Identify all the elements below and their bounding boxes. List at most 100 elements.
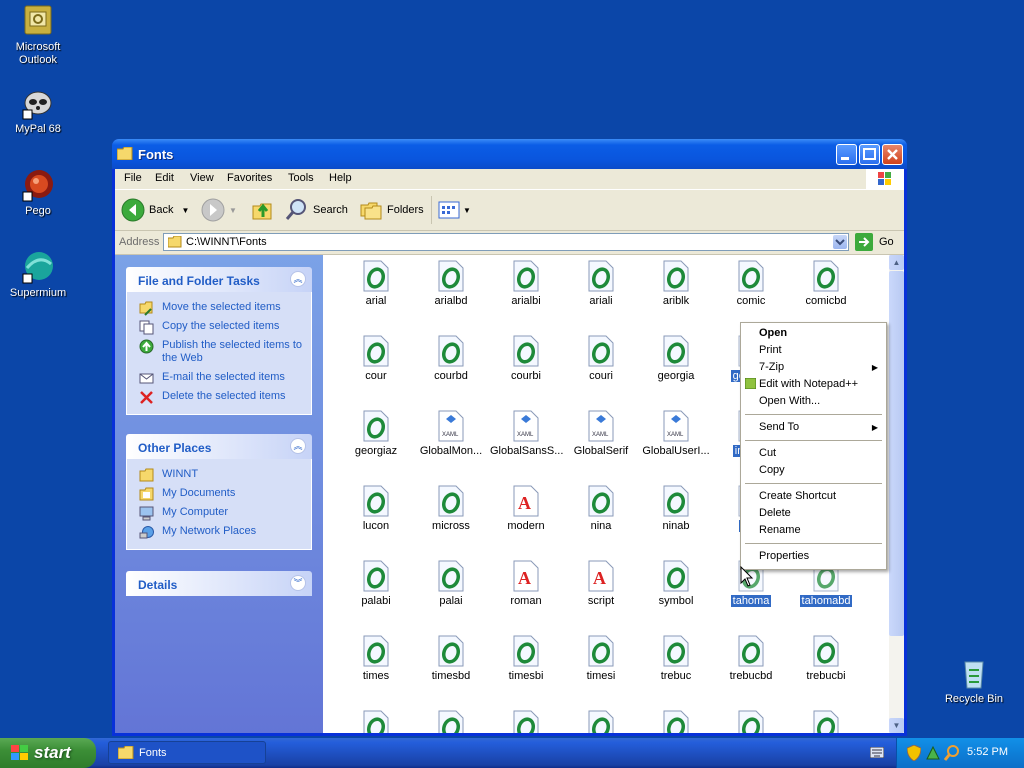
font-file-item[interactable]: arialbi: [488, 260, 564, 307]
font-file-item[interactable]: XAML GlobalSansS...: [488, 410, 564, 457]
scroll-up-button[interactable]: ▲: [889, 255, 904, 270]
ctx-cut[interactable]: Cut: [759, 447, 776, 459]
go-button[interactable]: Go: [855, 233, 894, 251]
place-my-computer[interactable]: My Computer: [127, 503, 311, 522]
font-file-item[interactable]: [488, 710, 564, 733]
maximize-button[interactable]: [859, 144, 880, 165]
font-file-item[interactable]: lucon: [338, 485, 414, 532]
security-shield-icon[interactable]: [907, 745, 921, 761]
font-file-item[interactable]: trebuc: [638, 635, 714, 682]
font-file-item[interactable]: ninab: [638, 485, 714, 532]
font-file-item[interactable]: couri: [563, 335, 639, 382]
font-file-item[interactable]: XAML GlobalUserI...: [638, 410, 714, 457]
font-file-item[interactable]: palai: [413, 560, 489, 607]
ctx-open-with[interactable]: Open With...: [759, 395, 820, 407]
taskbar-fonts-window[interactable]: Fonts: [108, 741, 266, 764]
font-file-item[interactable]: timesbi: [488, 635, 564, 682]
expand-chevron-icon[interactable]: ︾: [290, 575, 306, 591]
vertical-scrollbar[interactable]: ▲ ▼: [889, 255, 904, 733]
ctx-print[interactable]: Print: [759, 344, 782, 356]
ctx-rename[interactable]: Rename: [759, 524, 801, 536]
menu-edit[interactable]: Edit: [155, 172, 174, 184]
font-file-item[interactable]: comicbd: [788, 260, 864, 307]
menu-help[interactable]: Help: [329, 172, 352, 184]
task-move[interactable]: Move the selected items: [127, 298, 311, 317]
font-file-item[interactable]: [413, 710, 489, 733]
font-file-item[interactable]: [713, 710, 789, 733]
scroll-down-button[interactable]: ▼: [889, 718, 904, 733]
place-winnt[interactable]: WINNT: [127, 465, 311, 484]
task-copy[interactable]: Copy the selected items: [127, 317, 311, 336]
start-button[interactable]: start: [0, 738, 96, 768]
scroll-thumb[interactable]: [889, 271, 904, 636]
forward-button[interactable]: ▼: [201, 198, 237, 222]
network-tray-icon[interactable]: [925, 745, 941, 761]
font-file-item[interactable]: timesi: [563, 635, 639, 682]
menu-favorites[interactable]: Favorites: [227, 172, 272, 184]
menu-tools[interactable]: Tools: [288, 172, 314, 184]
font-file-item[interactable]: cour: [338, 335, 414, 382]
font-file-item[interactable]: Aroman: [488, 560, 564, 607]
font-file-item[interactable]: arial: [338, 260, 414, 307]
ctx-send-to[interactable]: Send To: [759, 421, 799, 433]
font-file-item[interactable]: trebucbi: [788, 635, 864, 682]
ctx-create-shortcut[interactable]: Create Shortcut: [759, 490, 836, 502]
collapse-chevron-icon[interactable]: ︽: [290, 438, 306, 454]
desktop-icon-recycle-bin[interactable]: Recycle Bin: [936, 656, 1012, 706]
ctx-copy[interactable]: Copy: [759, 464, 785, 476]
font-file-item[interactable]: ariali: [563, 260, 639, 307]
font-file-item[interactable]: [788, 710, 864, 733]
task-publish[interactable]: Publish the selected items to the Web: [127, 336, 311, 368]
address-dropdown-icon[interactable]: [833, 235, 847, 249]
font-file-item[interactable]: symbol: [638, 560, 714, 607]
up-folder-button[interactable]: [251, 198, 275, 222]
font-file-item[interactable]: comic: [713, 260, 789, 307]
font-file-item[interactable]: georgia: [638, 335, 714, 382]
title-bar[interactable]: Fonts: [112, 139, 907, 169]
search-tray-icon[interactable]: [944, 745, 960, 761]
ctx-open[interactable]: Open: [759, 327, 787, 339]
font-file-item[interactable]: nina: [563, 485, 639, 532]
font-file-item[interactable]: [638, 710, 714, 733]
font-file-item[interactable]: Ascript: [563, 560, 639, 607]
font-file-item[interactable]: trebucbd: [713, 635, 789, 682]
panel-header[interactable]: Other Places ︽: [126, 434, 312, 459]
minimize-button[interactable]: [836, 144, 857, 165]
desktop-icon-pego[interactable]: Pego: [0, 168, 76, 218]
keyboard-icon[interactable]: [870, 747, 884, 758]
close-button[interactable]: [882, 144, 903, 165]
font-file-item[interactable]: timesbd: [413, 635, 489, 682]
views-button[interactable]: ▼: [437, 198, 471, 222]
collapse-chevron-icon[interactable]: ︽: [290, 271, 306, 287]
font-file-item[interactable]: times: [338, 635, 414, 682]
font-file-item[interactable]: XAML GlobalMon...: [413, 410, 489, 457]
font-file-item[interactable]: micross: [413, 485, 489, 532]
font-file-item[interactable]: ariblk: [638, 260, 714, 307]
search-button[interactable]: Search: [285, 198, 348, 222]
task-delete[interactable]: Delete the selected items: [127, 387, 311, 406]
font-file-item[interactable]: courbi: [488, 335, 564, 382]
font-file-item[interactable]: arialbd: [413, 260, 489, 307]
font-file-item[interactable]: courbd: [413, 335, 489, 382]
back-dropdown-icon[interactable]: ▼: [181, 206, 189, 215]
desktop-icon-supermium[interactable]: Supermium: [0, 250, 76, 300]
panel-header[interactable]: File and Folder Tasks ︽: [126, 267, 312, 292]
menu-file[interactable]: File: [124, 172, 142, 184]
font-file-item[interactable]: georgiaz: [338, 410, 414, 457]
place-my-documents[interactable]: My Documents: [127, 484, 311, 503]
desktop-icon-outlook[interactable]: Microsoft Outlook: [0, 4, 76, 67]
place-my-network-places[interactable]: My Network Places: [127, 522, 311, 541]
panel-header[interactable]: Details ︾: [126, 571, 312, 596]
font-file-item[interactable]: palabi: [338, 560, 414, 607]
task-email[interactable]: E-mail the selected items: [127, 368, 311, 387]
ctx-delete[interactable]: Delete: [759, 507, 791, 519]
font-file-item[interactable]: XAML GlobalSerif: [563, 410, 639, 457]
desktop-icon-mypal[interactable]: MyPal 68: [0, 86, 76, 136]
font-file-item[interactable]: [338, 710, 414, 733]
menu-view[interactable]: View: [190, 172, 214, 184]
ctx-7zip[interactable]: 7-Zip: [759, 361, 784, 373]
ctx-properties[interactable]: Properties: [759, 550, 809, 562]
folders-button[interactable]: Folders: [359, 198, 424, 222]
address-input[interactable]: C:\WINNT\Fonts: [163, 233, 849, 251]
ctx-edit-with-notepad[interactable]: Edit with Notepad++: [759, 378, 858, 390]
